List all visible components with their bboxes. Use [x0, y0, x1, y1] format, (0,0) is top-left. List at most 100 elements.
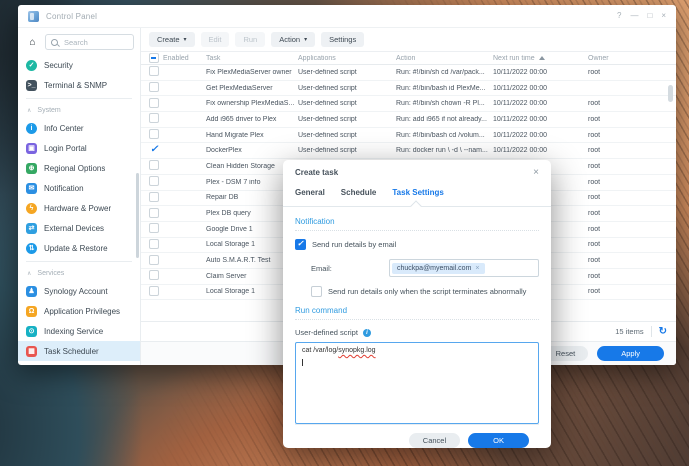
toolbar-button[interactable]: Edit ▾ [200, 32, 230, 47]
sidebar-group-system[interactable]: ∧ System [18, 102, 140, 118]
sidebar-item[interactable]: ⊙ Indexing Service [18, 321, 140, 341]
lock-icon: Ω [26, 305, 37, 317]
shield-check-icon: ✓ [26, 59, 37, 71]
script-textarea[interactable]: cat /var/log/synopkg.log [295, 342, 539, 424]
enabled-checkbox[interactable] [149, 191, 159, 202]
info-circle-icon[interactable]: i [362, 328, 371, 337]
email-option-row[interactable]: Send run details by email [295, 239, 539, 250]
column-task[interactable]: Task [206, 55, 298, 62]
sidebar-item[interactable]: ▦ Task Scheduler [18, 341, 140, 361]
caret-down-icon: ▾ [304, 36, 308, 43]
toolbar-button[interactable]: Settings ▾ [321, 32, 365, 47]
refresh-icon[interactable]: ↻ [659, 326, 667, 337]
enabled-checkbox[interactable] [149, 144, 159, 155]
search-input[interactable] [62, 36, 128, 48]
table-row[interactable]: Hand Migrate Plex User-defined script Ru… [141, 128, 676, 144]
cell-applications: User-defined script [298, 147, 357, 155]
cell-owner: root [588, 288, 601, 296]
table-row[interactable]: DockerPlex User-defined script Run: dock… [141, 143, 676, 160]
window-titlebar: Control Panel ? — □ × [18, 5, 676, 28]
enabled-checkbox[interactable] [149, 160, 159, 171]
enabled-checkbox[interactable] [149, 97, 159, 108]
sidebar-item[interactable]: i Info Center [18, 118, 140, 138]
enabled-checkbox[interactable] [149, 254, 159, 265]
sidebar-scrollbar[interactable] [136, 173, 139, 258]
send-email-checkbox[interactable] [295, 239, 306, 250]
cell-action: Run: add i965 if not already... [396, 115, 487, 123]
select-all-checkbox[interactable] [149, 53, 159, 63]
apply-button[interactable]: Apply [597, 346, 664, 361]
sidebar-item[interactable]: >_ Terminal & SNMP [18, 75, 140, 95]
sidebar-item[interactable]: ♟ Synology Account [18, 281, 140, 301]
sort-asc-icon [538, 56, 545, 60]
enabled-checkbox[interactable] [149, 207, 159, 218]
chevron-up-icon: ∧ [27, 107, 32, 114]
cancel-button[interactable]: Cancel [408, 432, 461, 448]
sidebar-item-label: Hardware & Power [44, 203, 112, 213]
sidebar-item-label: Notification [44, 183, 84, 193]
enabled-checkbox[interactable] [149, 176, 159, 187]
enabled-checkbox[interactable] [149, 129, 159, 140]
toolbar-button[interactable]: Create ▾ [149, 32, 195, 47]
table-row[interactable]: Get PlexMediaServer User-defined script … [141, 81, 676, 97]
enabled-checkbox[interactable] [149, 66, 159, 77]
cell-next-run-time: 10/11/2022 00:00 [493, 84, 547, 92]
dialog-footer: Cancel OK [295, 424, 539, 455]
update-arrows-icon: ⇅ [26, 242, 37, 254]
column-applications[interactable]: Applications [298, 55, 396, 62]
enabled-checkbox[interactable] [149, 223, 159, 234]
column-enabled[interactable]: Enabled [149, 53, 206, 63]
table-row[interactable]: Add i965 driver to Plex User-defined scr… [141, 112, 676, 128]
sidebar-item[interactable]: ▣ Login Portal [18, 138, 140, 158]
sidebar-item[interactable]: ✓ Security [18, 55, 140, 75]
abnormal-checkbox[interactable] [311, 286, 322, 297]
sidebar-item[interactable]: ⇅ Update & Restore [18, 238, 140, 258]
enabled-checkbox[interactable] [149, 82, 159, 93]
table-row[interactable]: Fix PlexMediaServer owner User-defined s… [141, 65, 676, 81]
dialog-tab[interactable]: Schedule [341, 185, 377, 206]
cell-owner: root [588, 100, 601, 108]
search-icon [51, 38, 58, 46]
sidebar-search [45, 34, 134, 50]
dialog-body: Notification Send run details by email E… [283, 207, 551, 448]
enabled-checkbox[interactable] [149, 238, 159, 249]
toolbar-button[interactable]: Run ▾ [235, 32, 266, 47]
close-icon[interactable]: × [661, 12, 666, 20]
enabled-checkbox[interactable] [149, 113, 159, 124]
ok-button[interactable]: OK [468, 432, 529, 448]
close-icon[interactable]: × [533, 167, 539, 178]
cell-next-run-time: 10/11/2022 00:00 [493, 100, 547, 108]
enabled-checkbox[interactable] [149, 285, 159, 296]
table-scrollbar[interactable] [668, 85, 673, 102]
sidebar-item[interactable]: ⊕ Regional Options [18, 158, 140, 178]
maximize-icon[interactable]: □ [647, 12, 652, 20]
enabled-checkbox[interactable] [149, 270, 159, 281]
sidebar-item[interactable]: Ω Application Privileges [18, 301, 140, 321]
sidebar-item[interactable]: ϟ Hardware & Power [18, 198, 140, 218]
close-icon[interactable]: × [475, 265, 479, 272]
sidebar-group-services[interactable]: ∧ Services [18, 265, 140, 281]
cell-applications: User-defined script [298, 115, 357, 123]
table-row[interactable]: Fix ownership PlexMediaS... User-defined… [141, 96, 676, 113]
toolbar-button[interactable]: Action ▾ [271, 32, 316, 47]
separator [650, 326, 652, 337]
help-icon[interactable]: ? [617, 12, 621, 20]
sidebar-item[interactable]: ✉ Notification [18, 178, 140, 198]
abnormal-option-row[interactable]: Send run details only when the script te… [311, 286, 539, 297]
script-label: User-defined script [295, 328, 358, 337]
dialog-tab[interactable]: General [295, 185, 325, 206]
email-row: Email: chuckpa@myemail.com × [311, 259, 539, 277]
notification-heading: Notification [295, 217, 335, 226]
email-field[interactable]: chuckpa@myemail.com × [389, 259, 539, 277]
cell-applications: User-defined script [298, 131, 357, 139]
table-header: Enabled Task Applications Action Next ru… [141, 51, 676, 65]
column-action[interactable]: Action [396, 55, 493, 62]
sidebar-item-label: Terminal & SNMP [44, 80, 108, 90]
column-next-run-time[interactable]: Next run time [493, 55, 588, 62]
cell-task: Get PlexMediaServer [206, 84, 273, 92]
minimize-icon[interactable]: — [630, 12, 638, 20]
sidebar-item[interactable]: ⇄ External Devices [18, 218, 140, 238]
cell-owner: root [588, 68, 601, 76]
home-button[interactable]: ⌂ [25, 35, 40, 50]
column-owner[interactable]: Owner [588, 55, 676, 62]
